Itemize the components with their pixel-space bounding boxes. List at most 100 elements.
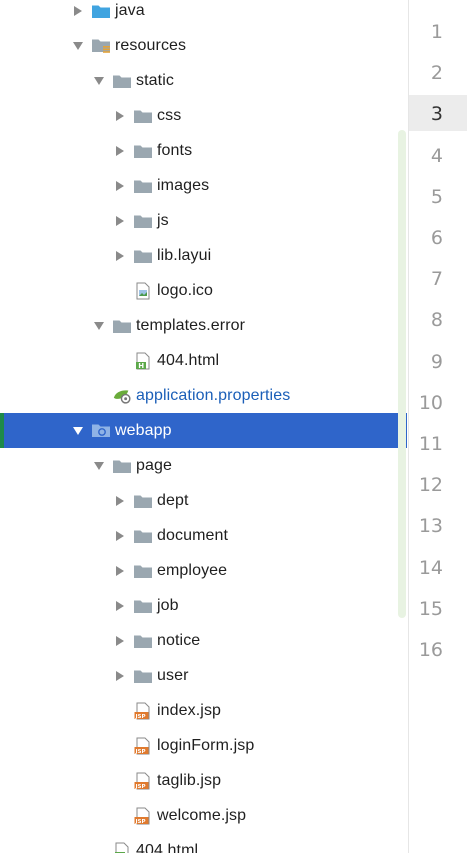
tree-item-user[interactable]: user	[0, 658, 407, 693]
collapse-arrow-icon[interactable]	[113, 599, 127, 613]
svg-text:JSP: JSP	[135, 783, 146, 789]
svg-text:JSP: JSP	[135, 818, 146, 824]
tree-item-notice[interactable]: notice	[0, 623, 407, 658]
tree-item-label: logo.ico	[157, 281, 213, 299]
line-number: 1	[430, 21, 443, 43]
collapse-arrow-icon[interactable]	[113, 564, 127, 578]
line-number: 16	[418, 639, 443, 661]
collapse-arrow-icon[interactable]	[113, 214, 127, 228]
expand-arrow-icon[interactable]	[71, 424, 85, 438]
line-number: 5	[430, 185, 443, 208]
folder-icon	[112, 72, 132, 90]
image-file-icon	[133, 282, 153, 300]
tree-item-label: js	[157, 211, 169, 229]
folder-blue-icon	[91, 2, 111, 20]
folder-icon	[133, 562, 153, 580]
folder-icon	[133, 492, 153, 510]
folder-icon	[133, 142, 153, 160]
tree-item-static[interactable]: static	[0, 63, 407, 98]
svg-text:JSP: JSP	[135, 713, 146, 719]
tree-item-resources[interactable]: resources	[0, 28, 407, 63]
line-number: 15	[418, 597, 443, 620]
line-number: 3	[430, 103, 443, 126]
tree-item-templates-error[interactable]: templates.error	[0, 308, 407, 343]
expand-arrow-icon[interactable]	[71, 39, 85, 53]
tree-item-java[interactable]: java	[0, 0, 407, 28]
tree-item-label: resources	[115, 36, 187, 54]
line-number: 11	[418, 433, 443, 455]
expand-arrow-icon[interactable]	[92, 459, 106, 473]
collapse-arrow-icon[interactable]	[113, 249, 127, 263]
jsp-file-icon: JSP	[133, 772, 153, 790]
collapse-arrow-icon[interactable]	[113, 669, 127, 683]
tree-item-welcome-jsp[interactable]: JSP welcome.jsp	[0, 798, 407, 833]
tree-item-label: webapp	[115, 421, 172, 439]
tree-item-loginform-jsp[interactable]: JSP loginForm.jsp	[0, 728, 407, 763]
tree-item-logo-ico[interactable]: logo.ico	[0, 273, 407, 308]
collapse-arrow-icon[interactable]	[113, 109, 127, 123]
collapse-arrow-icon[interactable]	[113, 144, 127, 158]
tree-item-index-jsp[interactable]: JSP index.jsp	[0, 693, 407, 728]
tree-item-label: user	[157, 666, 189, 684]
tree-item-fonts[interactable]: fonts	[0, 133, 407, 168]
svg-text:H: H	[138, 362, 144, 370]
line-number: 6	[430, 227, 443, 249]
line-number: 14	[418, 556, 443, 579]
expand-arrow-icon[interactable]	[92, 74, 106, 88]
tree-item-label: taglib.jsp	[157, 771, 222, 789]
tree-item-label: dept	[157, 491, 189, 509]
tree-item-404-html[interactable]: H 404.html	[0, 343, 407, 378]
tree-item-document[interactable]: document	[0, 518, 407, 553]
tree-item-label: images	[157, 176, 210, 194]
collapse-arrow-icon[interactable]	[113, 529, 127, 543]
tree-item-dept[interactable]: dept	[0, 483, 407, 518]
line-number: 9	[430, 350, 443, 373]
html-file-icon: H	[133, 352, 153, 370]
editor-gutter: 1 2 3 4 5 6 7 8 9 10 11 12 13 14 15 16	[408, 0, 467, 853]
tree-item-label: welcome.jsp	[157, 806, 247, 824]
tree-item-label: job	[157, 596, 179, 614]
collapse-arrow-icon[interactable]	[71, 4, 85, 18]
tree-item-label: index.jsp	[157, 701, 222, 719]
project-tree: java resources static css fonts images js lib.l…	[0, 0, 408, 853]
tree-item-label: static	[136, 71, 174, 89]
tree-item-css[interactable]: css	[0, 98, 407, 133]
tree-item-page[interactable]: page	[0, 448, 407, 483]
line-number: 12	[418, 474, 443, 497]
tree-item-label: document	[157, 526, 229, 544]
tree-item-employee[interactable]: employee	[0, 553, 407, 588]
tree-item-label: java	[115, 1, 145, 19]
tree-item-js[interactable]: js	[0, 203, 407, 238]
jsp-file-icon: JSP	[133, 807, 153, 825]
tree-item-lib-layui[interactable]: lib.layui	[0, 238, 407, 273]
tree-item-label: notice	[157, 631, 201, 649]
tree-item-job[interactable]: job	[0, 588, 407, 623]
tree-item-label: application.properties	[136, 386, 291, 404]
resources-folder-icon	[91, 37, 111, 55]
tree-item-taglib-jsp[interactable]: JSP taglib.jsp	[0, 763, 407, 798]
jsp-file-icon: JSP	[133, 702, 153, 720]
line-number: 8	[430, 309, 443, 332]
tree-item-webapp[interactable]: webapp	[0, 413, 407, 448]
tree-item-label: css	[157, 106, 182, 124]
folder-icon	[133, 667, 153, 685]
jsp-file-icon: JSP	[133, 737, 153, 755]
folder-icon	[133, 107, 153, 125]
expand-arrow-icon[interactable]	[92, 319, 106, 333]
folder-icon	[133, 632, 153, 650]
line-number: 4	[430, 144, 443, 167]
tree-item-404-html[interactable]: H 404.html	[0, 833, 407, 853]
web-folder-icon	[91, 422, 111, 440]
tree-item-application-properties[interactable]: application.properties	[0, 378, 407, 413]
tree-item-images[interactable]: images	[0, 168, 407, 203]
line-number: 2	[430, 62, 443, 85]
tree-item-label: fonts	[157, 141, 193, 159]
folder-icon	[133, 527, 153, 545]
svg-text:JSP: JSP	[135, 748, 146, 754]
collapse-arrow-icon[interactable]	[113, 494, 127, 508]
tree-item-label: page	[136, 456, 172, 474]
folder-icon	[112, 457, 132, 475]
collapse-arrow-icon[interactable]	[113, 634, 127, 648]
tree-scrollbar[interactable]	[398, 130, 406, 618]
collapse-arrow-icon[interactable]	[113, 179, 127, 193]
